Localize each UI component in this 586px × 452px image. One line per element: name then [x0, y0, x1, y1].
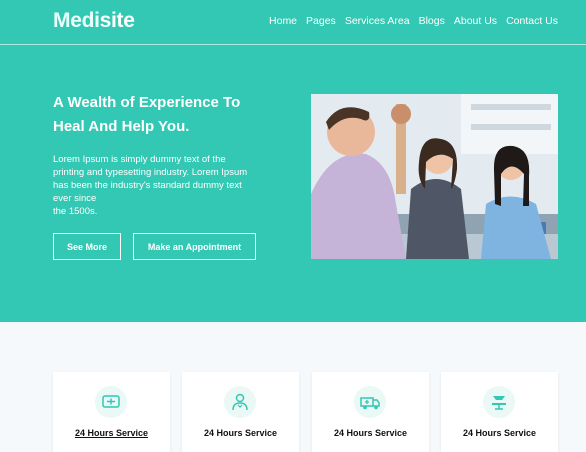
- service-card[interactable]: 24 Hours Service: [441, 372, 558, 452]
- paragraph-line: Lorem Ipsum is simply dummy text of the: [53, 154, 226, 165]
- paragraph-line: ever since: [53, 193, 97, 204]
- nav-pages[interactable]: Pages: [306, 15, 336, 27]
- service-icon-wrap: [483, 386, 515, 418]
- hero-section: Medisite Home Pages Services Area Blogs …: [0, 0, 586, 322]
- service-title: 24 Hours Service: [203, 428, 278, 438]
- hero-photo-illustration: [311, 94, 558, 259]
- monitor-heart-icon: [102, 395, 120, 408]
- paragraph-line: the 1500s.: [53, 206, 98, 217]
- service-card[interactable]: 24 Hours Service: [312, 372, 429, 452]
- nav-menu: Home Pages Services Area Blogs About Us …: [269, 15, 558, 27]
- headline-line-1: A Wealth of Experience To: [53, 94, 241, 111]
- services-section: 24 Hours Service 24 Hours Service 24 Hou…: [0, 322, 586, 452]
- service-icon-wrap: [224, 386, 256, 418]
- service-icon-wrap: [95, 386, 127, 418]
- logo[interactable]: Medisite: [53, 9, 135, 33]
- operating-bed-icon: [492, 396, 506, 410]
- ambulance-icon: [360, 397, 380, 410]
- hero-paragraph: Lorem Ipsum is simply dummy text of the …: [53, 153, 271, 218]
- see-more-button[interactable]: See More: [53, 233, 121, 260]
- navbar: Medisite Home Pages Services Area Blogs …: [0, 0, 586, 45]
- hero-photo: [311, 94, 558, 259]
- nav-home[interactable]: Home: [269, 15, 297, 27]
- appointment-button[interactable]: Make an Appointment: [133, 233, 256, 260]
- nav-services-area[interactable]: Services Area: [345, 15, 410, 27]
- service-title[interactable]: 24 Hours Service: [53, 428, 170, 438]
- paragraph-line: printing and typesetting industry. Lorem…: [53, 167, 248, 178]
- doctor-icon: [232, 393, 248, 411]
- headline-line-2: Heal And Help You.: [53, 118, 190, 135]
- nav-about-us[interactable]: About Us: [454, 15, 497, 27]
- service-title: 24 Hours Service: [462, 428, 537, 438]
- service-title: 24 Hours Service: [333, 428, 408, 438]
- logo-part2: site: [99, 9, 135, 32]
- nav-blogs[interactable]: Blogs: [419, 15, 445, 27]
- service-icon-wrap: [354, 386, 386, 418]
- nav-contact-us[interactable]: Contact Us: [506, 15, 558, 27]
- paragraph-line: has been the industry's standard dummy t…: [53, 180, 242, 191]
- hero-headline: A Wealth of Experience To Heal And Help …: [53, 91, 283, 139]
- logo-part1: Medi: [53, 9, 100, 32]
- service-card[interactable]: 24 Hours Service: [53, 372, 170, 452]
- service-card[interactable]: 24 Hours Service: [182, 372, 299, 452]
